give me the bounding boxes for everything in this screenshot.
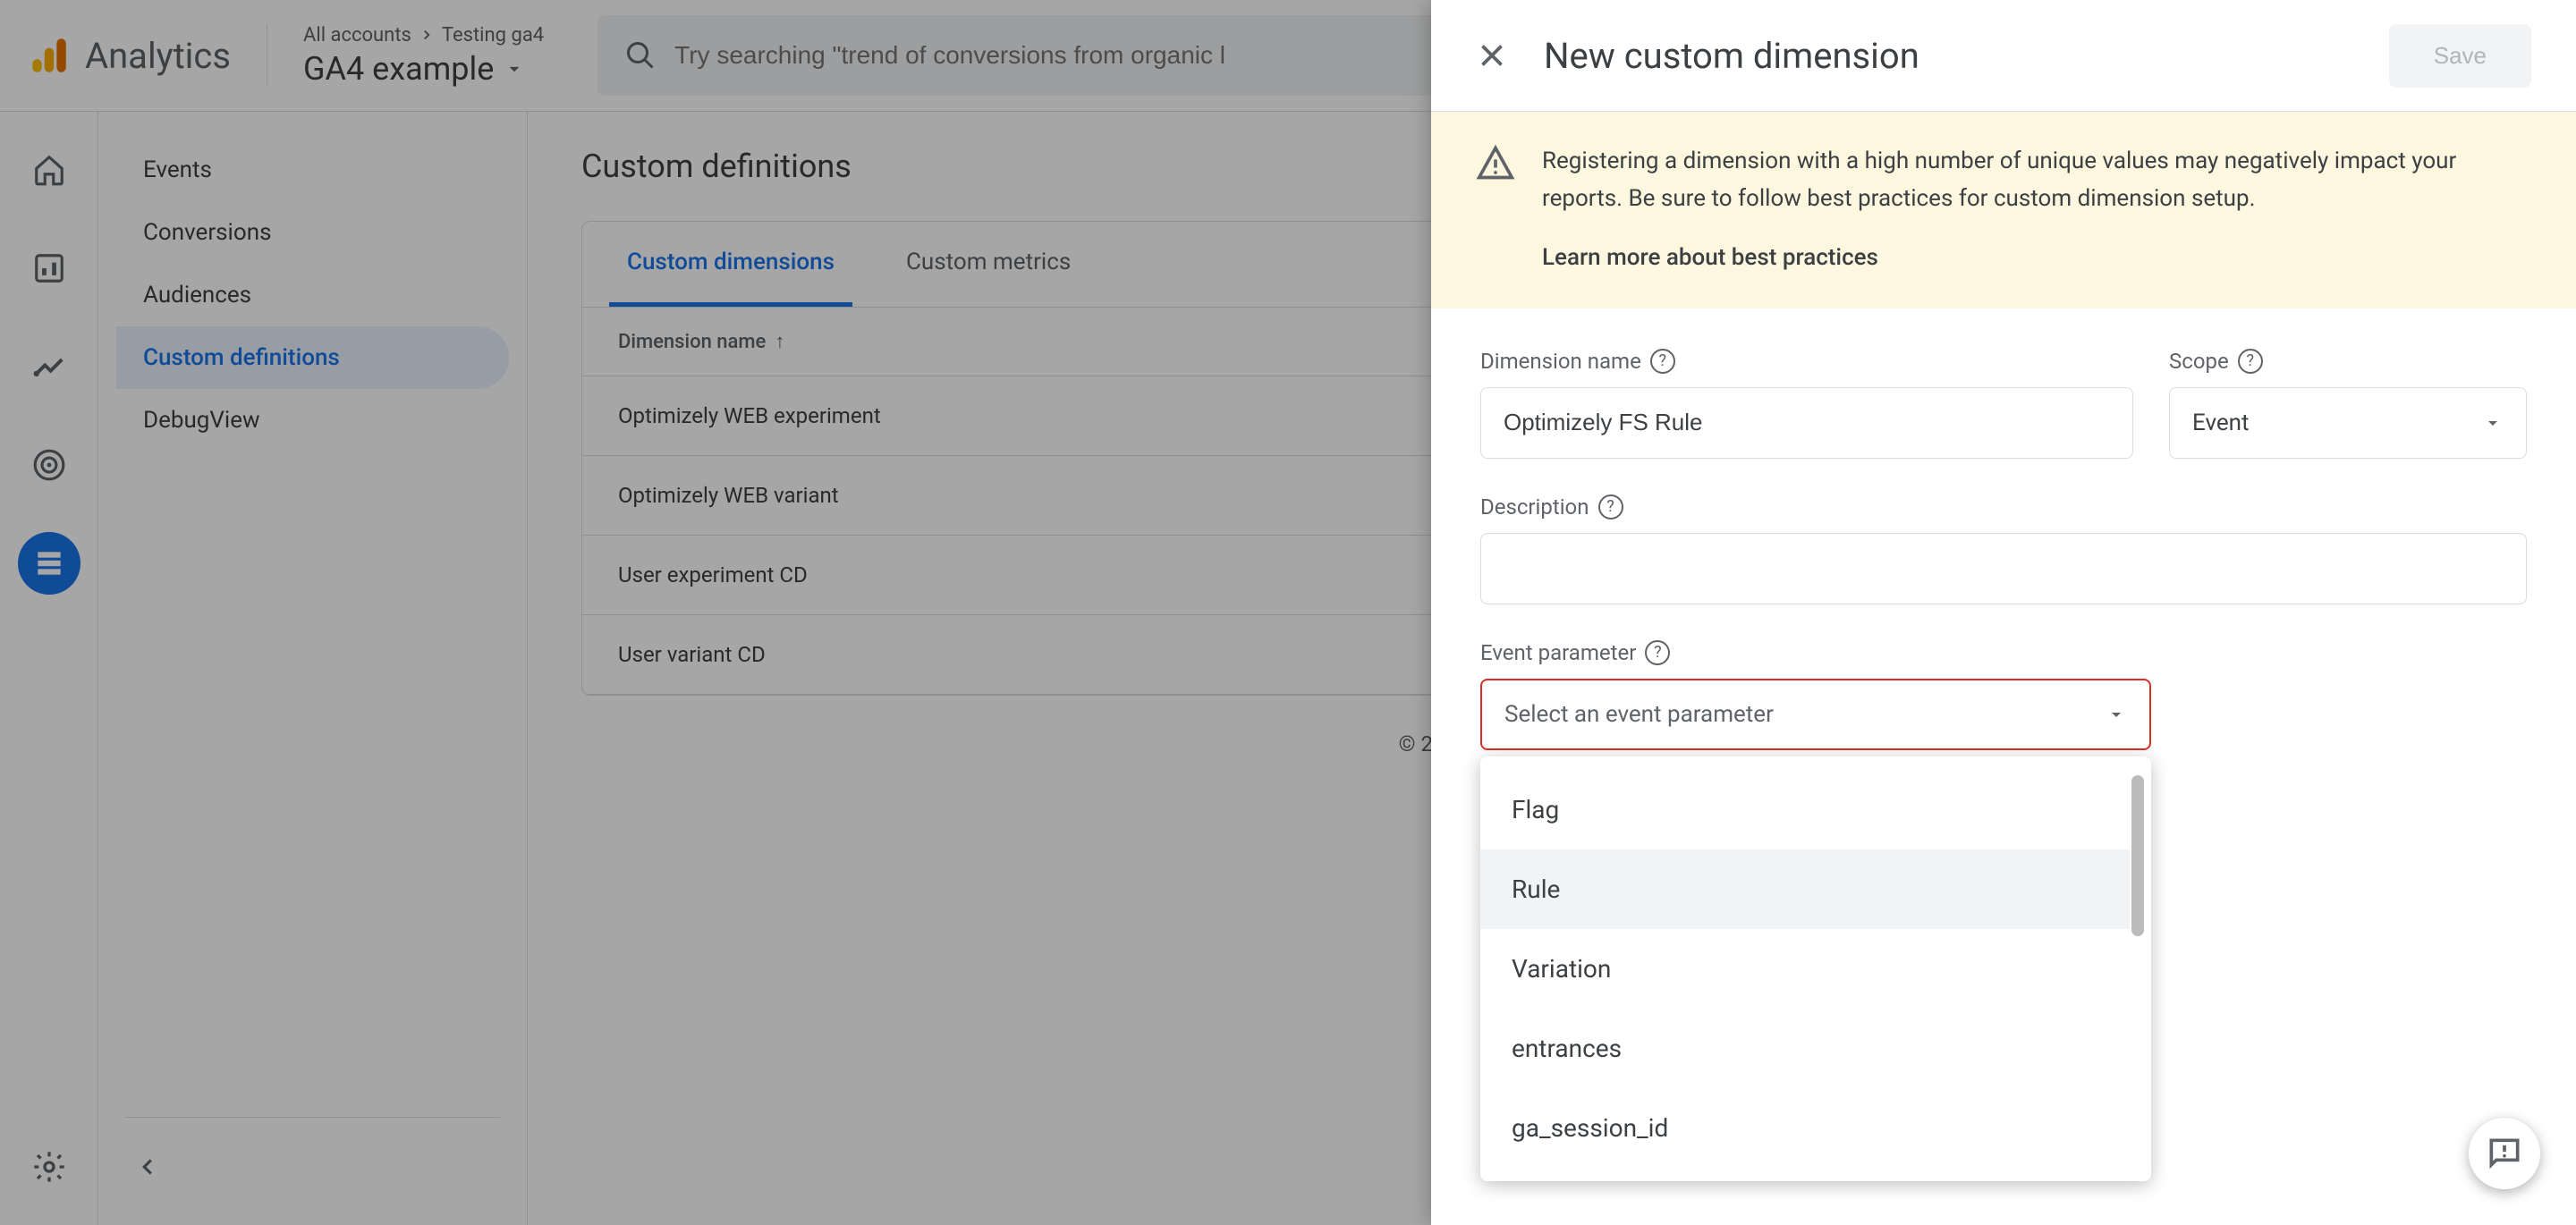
account-path-value: Testing ga4 <box>442 24 544 46</box>
help-icon[interactable]: ? <box>1650 349 1675 374</box>
nav-admin[interactable] <box>18 1136 80 1198</box>
dropdown-option-ga-session-id[interactable]: ga_session_id <box>1480 1088 2130 1168</box>
description-label: Description <box>1480 494 1589 520</box>
sub-nav-events[interactable]: Events <box>116 139 509 201</box>
cell-name: User experiment CD <box>582 536 1455 615</box>
event-parameter-field: Event parameter? Select an event paramet… <box>1480 640 2151 750</box>
event-parameter-dropdown: Flag Rule Variation entrances ga_session… <box>1480 756 2151 1181</box>
nav-advertising[interactable] <box>18 434 80 496</box>
help-icon[interactable]: ? <box>1645 640 1670 665</box>
property-name: GA4 example <box>303 50 494 88</box>
cell-name: User variant CD <box>582 615 1455 695</box>
warning-icon <box>1476 143 1515 182</box>
dropdown-option-variation[interactable]: Variation <box>1480 929 2130 1009</box>
new-dimension-drawer: New custom dimension Save Registering a … <box>1431 0 2576 1225</box>
nav-configure[interactable] <box>18 532 80 595</box>
drawer-header: New custom dimension Save <box>1431 0 2576 112</box>
chevron-right-icon <box>419 27 435 43</box>
dimension-name-label: Dimension name <box>1480 349 1641 374</box>
sub-nav-conversions[interactable]: Conversions <box>116 201 509 264</box>
nav-reports[interactable] <box>18 237 80 300</box>
close-icon <box>1476 39 1508 72</box>
dimension-name-input[interactable] <box>1480 387 2133 459</box>
dropdown-option-rule[interactable]: Rule <box>1480 849 2130 929</box>
scope-select[interactable]: Event <box>2169 387 2527 459</box>
sort-arrow-icon: ↑ <box>775 331 784 353</box>
feedback-fab[interactable] <box>2469 1118 2540 1189</box>
event-parameter-label: Event parameter <box>1480 640 1636 665</box>
nav-home[interactable] <box>18 139 80 201</box>
cell-name: Optimizely WEB variant <box>582 456 1455 536</box>
drawer-body: Dimension name? Scope? Event Description… <box>1431 308 2576 790</box>
config-sub-nav: Events Conversions Audiences Custom defi… <box>98 112 528 1225</box>
sub-nav-audiences[interactable]: Audiences <box>116 264 509 326</box>
account-path-prefix: All accounts <box>303 24 411 46</box>
sub-nav-custom-definitions[interactable]: Custom definitions <box>116 326 509 389</box>
cell-name: Optimizely WEB experiment <box>582 376 1455 456</box>
tab-custom-metrics[interactable]: Custom metrics <box>888 222 1089 307</box>
scope-field: Scope? Event <box>2169 349 2527 459</box>
dimension-name-field: Dimension name? <box>1480 349 2133 459</box>
description-input[interactable] <box>1480 533 2527 604</box>
col-dimension-name[interactable]: Dimension name↑ <box>582 308 1455 376</box>
warning-banner: Registering a dimension with a high numb… <box>1431 112 2576 308</box>
chevron-down-icon <box>2482 412 2504 434</box>
feedback-icon <box>2485 1134 2524 1173</box>
tab-custom-dimensions[interactable]: Custom dimensions <box>609 222 852 307</box>
dropdown-option-entrances[interactable]: entrances <box>1480 1009 2130 1088</box>
event-parameter-select[interactable]: Select an event parameter <box>1480 679 2151 750</box>
dropdown-scrollbar[interactable] <box>2130 770 2146 1168</box>
account-selector[interactable]: All accounts Testing ga4 GA4 example <box>303 24 544 88</box>
close-drawer-button[interactable] <box>1476 39 1508 72</box>
analytics-logo-icon <box>27 33 72 78</box>
sub-nav-divider <box>125 1117 500 1118</box>
scope-label: Scope <box>2169 349 2229 374</box>
chevron-down-icon <box>2106 704 2127 725</box>
dropdown-option-flag[interactable]: Flag <box>1480 770 2130 849</box>
warning-text: Registering a dimension with a high numb… <box>1542 148 2456 212</box>
scope-value: Event <box>2192 410 2250 436</box>
description-field: Description? <box>1480 494 2527 604</box>
learn-more-link[interactable]: Learn more about best practices <box>1542 240 2531 277</box>
logo-area: Analytics <box>27 33 231 78</box>
help-icon[interactable]: ? <box>1598 494 1623 520</box>
nav-rail <box>0 112 98 1225</box>
sub-nav-debugview[interactable]: DebugView <box>116 389 509 452</box>
product-name: Analytics <box>85 35 231 77</box>
collapse-sub-nav[interactable] <box>116 1136 179 1198</box>
drawer-title: New custom dimension <box>1544 35 2353 77</box>
nav-explore[interactable] <box>18 335 80 398</box>
save-button[interactable]: Save <box>2389 24 2531 88</box>
help-icon[interactable]: ? <box>2238 349 2263 374</box>
search-icon <box>624 39 657 72</box>
event-parameter-placeholder: Select an event parameter <box>1504 701 1774 728</box>
dropdown-caret-icon <box>503 57 526 80</box>
